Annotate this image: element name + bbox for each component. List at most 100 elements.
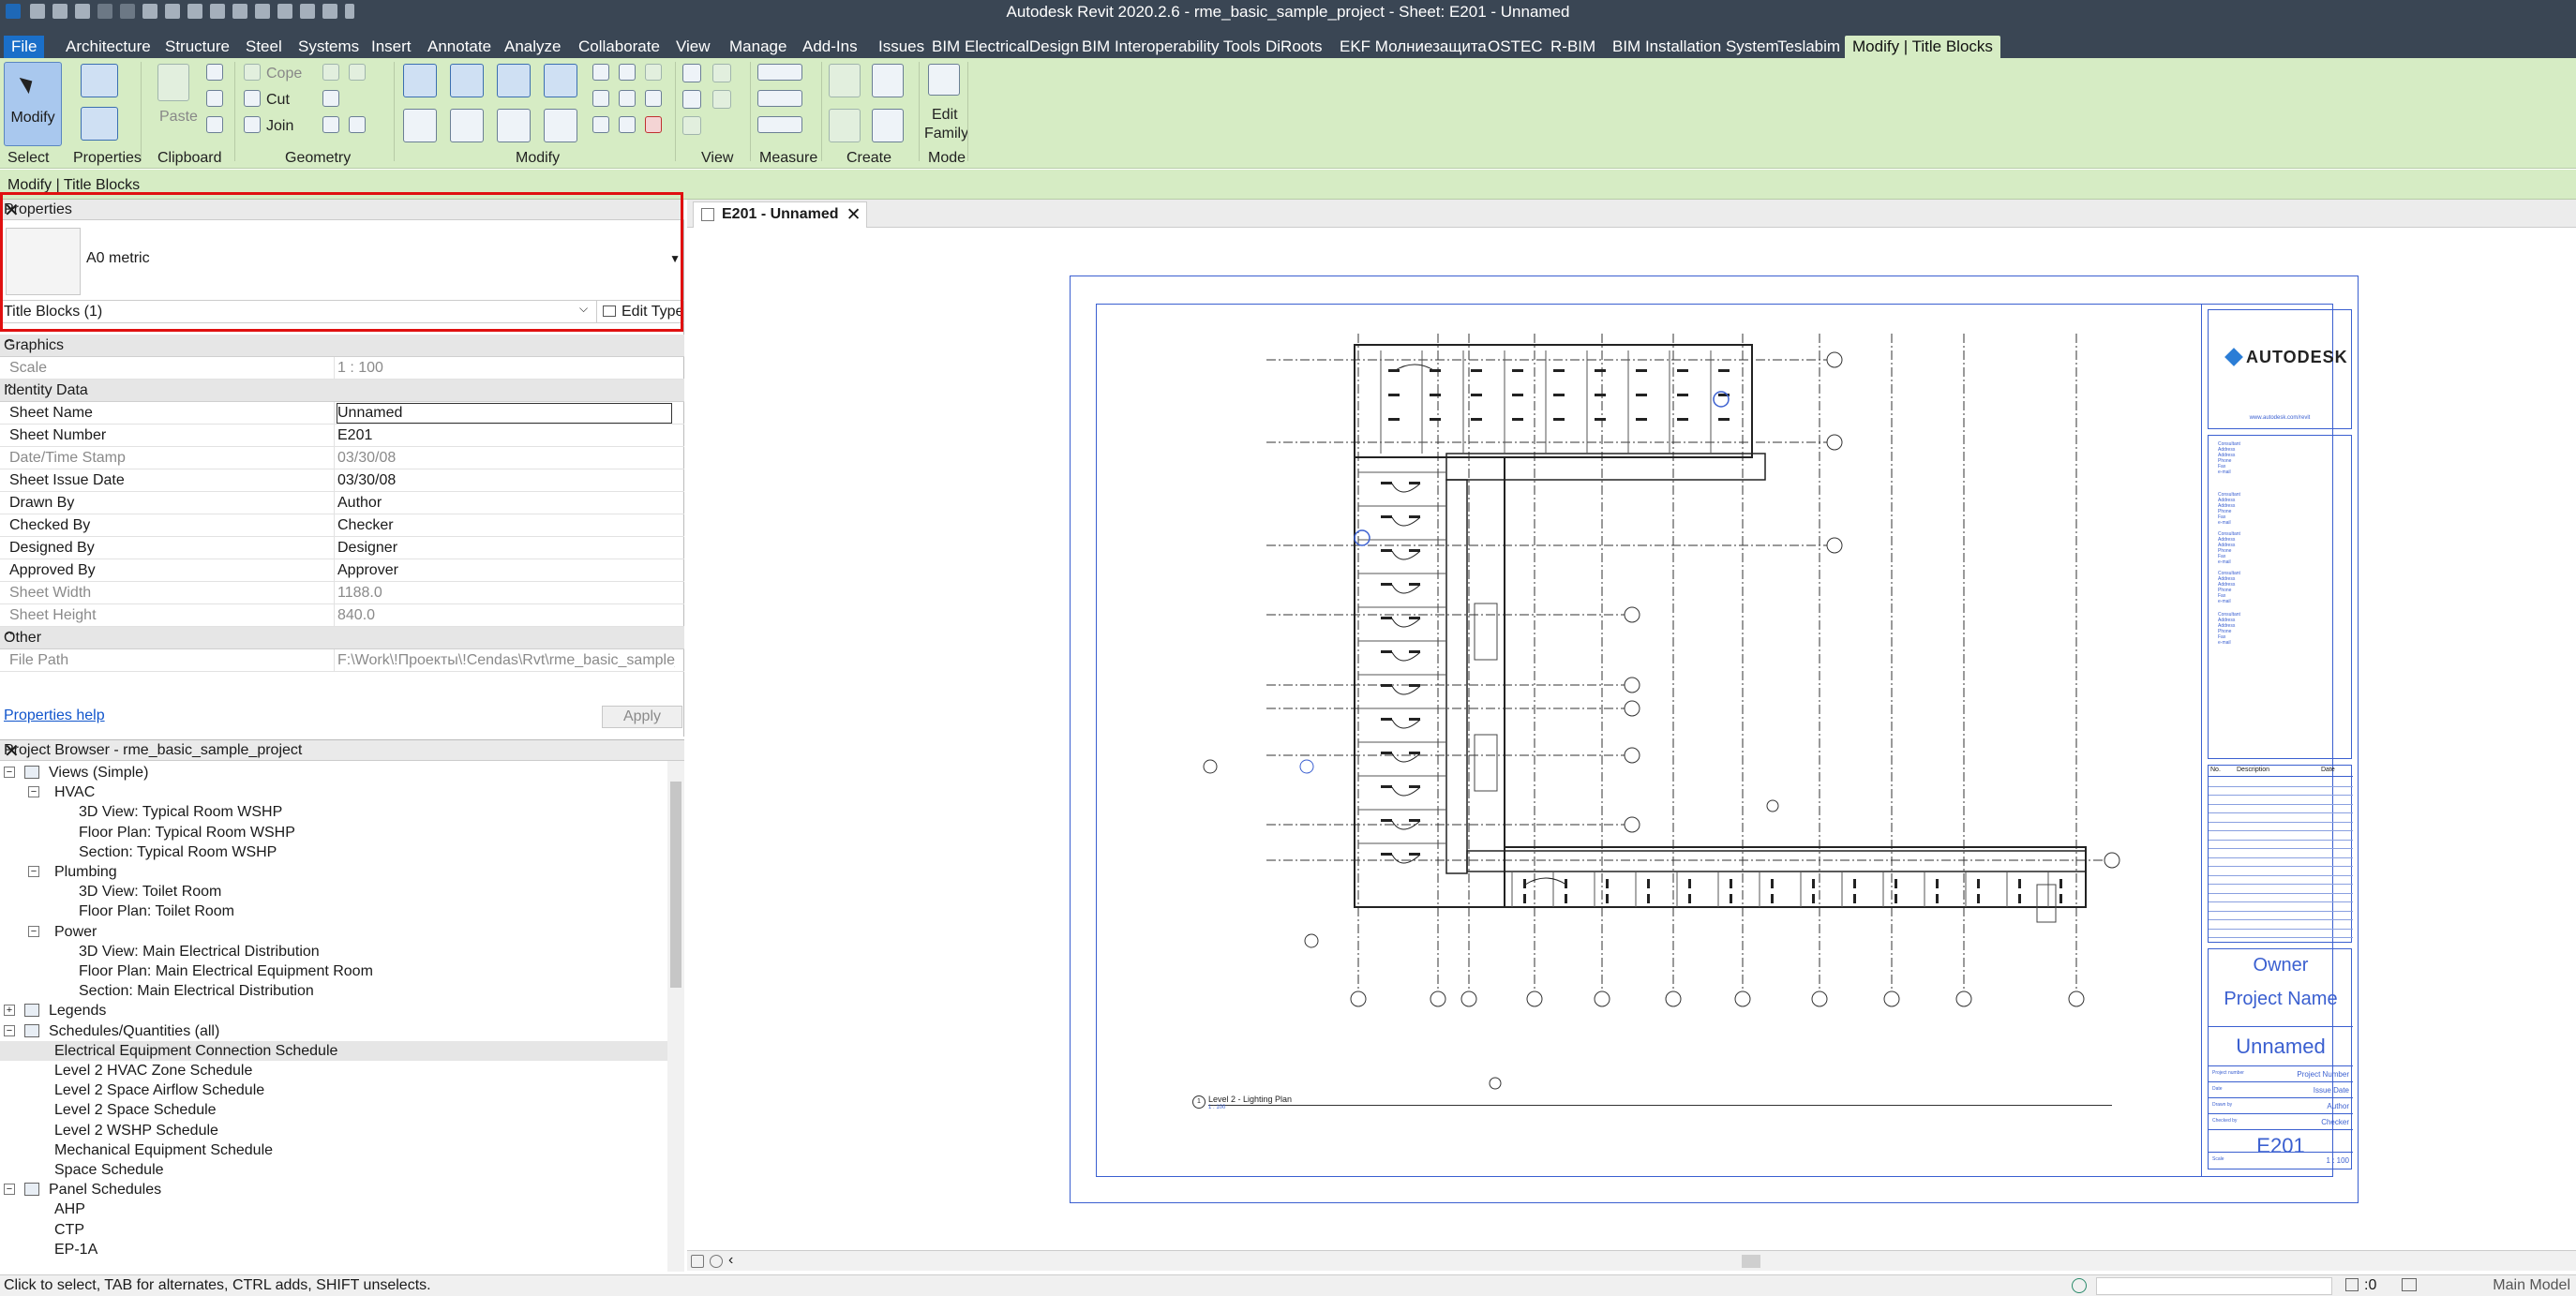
type-properties-icon[interactable] — [81, 64, 118, 97]
browser-item[interactable]: Electrical Equipment Connection Schedule — [0, 1040, 667, 1061]
browser-item[interactable]: Floor Plan: Main Electrical Equipment Ro… — [0, 961, 667, 981]
cut-icon[interactable] — [244, 90, 261, 107]
delete-icon[interactable] — [645, 116, 662, 133]
collapse-icon[interactable]: − — [28, 786, 39, 798]
copy-element-icon[interactable] — [450, 109, 484, 142]
view-title[interactable]: Level 2 - Lighting Plan — [1208, 1095, 1292, 1104]
close-icon[interactable]: ✕ — [4, 742, 679, 761]
tab-systems[interactable]: Systems — [291, 36, 367, 58]
active-model[interactable]: Main Model — [2493, 1277, 2570, 1294]
filter-icon[interactable] — [712, 90, 731, 109]
property-row[interactable]: Sheet Number E201 — [0, 425, 684, 447]
hide-in-view-icon[interactable] — [682, 64, 701, 82]
tab-structure[interactable]: Structure — [157, 36, 237, 58]
category-identity[interactable]: Identity Data ⌃ — [0, 380, 684, 402]
edit-type-button[interactable]: Edit Type — [596, 301, 684, 323]
close-icon[interactable]: ✕ — [4, 201, 679, 220]
trim-extend-icon[interactable] — [544, 109, 577, 142]
property-row[interactable]: Sheet Issue Date 03/30/08 — [0, 469, 684, 492]
edit-family-label[interactable]: Edit — [932, 107, 958, 124]
tab-teslabim[interactable]: Teslabim — [1770, 36, 1848, 58]
override-graphics-icon[interactable] — [712, 64, 731, 82]
tab-bim-installation-system[interactable]: BIM Installation System — [1605, 36, 1787, 58]
tab-insert[interactable]: Insert — [364, 36, 419, 58]
unpin-icon[interactable] — [645, 64, 662, 81]
tab-steel[interactable]: Steel — [238, 36, 290, 58]
browser-item[interactable]: − Views (Simple) — [0, 763, 667, 782]
horizontal-scrollbar-thumb[interactable] — [1742, 1255, 1760, 1268]
property-row[interactable]: File Path F:\Work\!Проекты\!Cendas\Rvt\rm… — [0, 649, 684, 672]
property-value[interactable]: Approver — [337, 562, 675, 579]
paint-icon[interactable] — [322, 116, 339, 133]
tab-analyze[interactable]: Analyze — [497, 36, 568, 58]
create-parts-icon[interactable] — [872, 64, 904, 97]
tab-collaborate[interactable]: Collaborate — [571, 36, 667, 58]
property-value[interactable]: E201 — [337, 427, 675, 444]
wall-joins-icon[interactable] — [322, 64, 339, 81]
tab-bim-interoperability-tools[interactable]: BIM Interoperability Tools — [1074, 36, 1268, 58]
chevron-left-icon[interactable]: ‹ — [728, 1252, 733, 1269]
tab-add-ins[interactable]: Add-Ins — [795, 36, 865, 58]
measure-along-icon[interactable] — [757, 116, 802, 133]
browser-item[interactable]: − Plumbing — [0, 862, 667, 882]
measure-distance-icon[interactable] — [757, 90, 802, 107]
browser-item[interactable]: 3D View: Toilet Room — [0, 882, 667, 901]
cope-icon[interactable] — [244, 64, 261, 81]
collapse-icon[interactable]: ⌃ — [4, 629, 679, 645]
offset-icon[interactable] — [450, 64, 484, 97]
ribbon-group-select[interactable]: Select — [7, 150, 49, 167]
cut-geometry-icon[interactable] — [206, 64, 223, 81]
instance-filter[interactable]: Title Blocks (1) ⌵ Edit Type — [0, 301, 684, 323]
aligned-dimension-icon[interactable] — [757, 64, 802, 81]
browser-item[interactable]: Level 2 WSHP Schedule — [0, 1121, 667, 1140]
collapse-icon[interactable]: ⌃ — [4, 381, 679, 397]
align-icon[interactable] — [403, 64, 437, 97]
split-face-icon[interactable] — [322, 90, 339, 107]
browser-item[interactable]: − Power — [0, 922, 667, 942]
demolish-icon[interactable] — [349, 64, 366, 81]
browser-item[interactable]: 3D View: Typical Room WSHP — [0, 802, 667, 822]
scrollbar-thumb[interactable] — [670, 782, 681, 988]
mirror-pick-axis-icon[interactable] — [497, 64, 531, 97]
worksharing-icon[interactable] — [2072, 1278, 2087, 1293]
property-value[interactable]: Designer — [337, 540, 675, 557]
type-selector[interactable]: A0 metric ▼ — [0, 220, 684, 301]
beam-join-icon[interactable] — [349, 116, 366, 133]
match-type-icon[interactable] — [206, 116, 223, 133]
category-other[interactable]: Other ⌃ — [0, 627, 684, 649]
browser-item[interactable]: 3D View: Main Electrical Distribution — [0, 942, 667, 961]
property-row[interactable]: Drawn By Author — [0, 492, 684, 514]
property-value[interactable]: 03/30/08 — [337, 472, 675, 489]
browser-item[interactable]: Level 2 Space Schedule — [0, 1100, 667, 1120]
visual-style-icon[interactable] — [691, 1255, 704, 1268]
property-row[interactable]: Sheet Width 1188.0 — [0, 582, 684, 604]
edit-family-icon[interactable] — [928, 64, 960, 96]
join-icon[interactable] — [244, 116, 261, 133]
close-icon[interactable]: ✕ — [846, 203, 861, 228]
workset-dropdown[interactable] — [2096, 1277, 2332, 1295]
drawing-canvas[interactable]: 1 Level 2 - Lighting Plan 1 : 100 AUTODE… — [687, 229, 2576, 1250]
split-gap-icon[interactable] — [619, 64, 636, 81]
browser-item[interactable]: Level 2 HVAC Zone Schedule — [0, 1061, 667, 1080]
browser-item[interactable]: Space Schedule — [0, 1160, 667, 1180]
tab-architecture[interactable]: Architecture — [58, 36, 158, 58]
collapse-icon[interactable]: − — [4, 767, 15, 778]
browser-item[interactable]: Section: Typical Room WSHP — [0, 842, 667, 862]
tab-diroots[interactable]: DiRoots — [1258, 36, 1329, 58]
pin-icon[interactable] — [645, 90, 662, 107]
collapse-icon[interactable]: ⌃ — [4, 336, 679, 352]
browser-item[interactable]: + Legends — [0, 1001, 667, 1020]
linework-icon[interactable] — [682, 90, 701, 109]
tab-issues[interactable]: Issues — [871, 36, 932, 58]
collapse-icon[interactable]: − — [28, 866, 39, 877]
tab-file[interactable]: File — [4, 36, 45, 58]
tab-annotate[interactable]: Annotate — [420, 36, 499, 58]
browser-item[interactable]: Mechanical Equipment Schedule — [0, 1140, 667, 1160]
property-value[interactable]: Unnamed — [337, 405, 675, 422]
edit-family-label-2[interactable]: Family — [924, 126, 968, 142]
tab-modify-title-blocks[interactable]: Modify | Title Blocks — [1845, 36, 2000, 58]
properties-icon[interactable] — [81, 107, 118, 141]
property-value[interactable]: Checker — [337, 517, 675, 534]
browser-item[interactable]: Floor Plan: Typical Room WSHP — [0, 823, 667, 842]
tab-ostec[interactable]: OSTEC — [1480, 36, 1550, 58]
